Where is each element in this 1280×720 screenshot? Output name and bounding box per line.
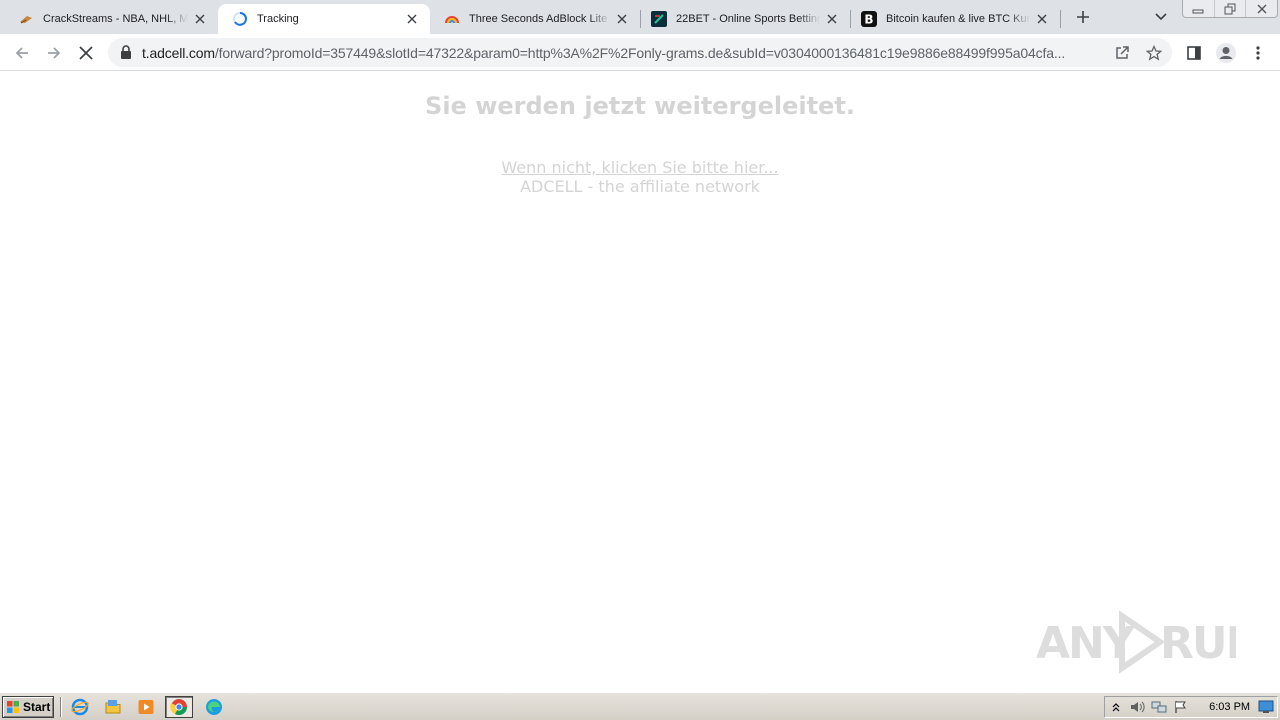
show-hidden-icons-button[interactable]: [1105, 697, 1127, 717]
minimize-icon: [1192, 9, 1204, 13]
tab-title: Three Seconds AdBlock Lite: [469, 13, 608, 25]
action-center-button[interactable]: [1170, 697, 1192, 717]
anyrun-logo-icon: ANY RUN: [1036, 610, 1236, 674]
speaker-icon: [1130, 701, 1145, 713]
media-player-icon: [138, 700, 154, 714]
restore-icon: [1224, 3, 1236, 14]
svg-text:B: B: [864, 13, 873, 27]
tab-bitcoin[interactable]: B Bitcoin kaufen & live BTC Kurs: [851, 4, 1060, 34]
redirect-link[interactable]: Wenn nicht, klicken Sie bitte hier...: [501, 158, 778, 177]
svg-text:RUN: RUN: [1160, 618, 1236, 669]
close-tab-icon[interactable]: [192, 11, 208, 27]
22bet-favicon-icon: [651, 11, 667, 27]
side-panel-icon: [1187, 46, 1201, 60]
edge-icon: [206, 699, 222, 715]
profile-button[interactable]: [1212, 39, 1240, 67]
close-window-button[interactable]: [1245, 0, 1277, 17]
arrow-left-icon: [15, 47, 28, 59]
address-bar[interactable]: t.adcell.com/forward?promoId=357449&slot…: [108, 38, 1172, 67]
browser-toolbar: t.adcell.com/forward?promoId=357449&slot…: [0, 34, 1280, 71]
taskbar: Start 6:03 PM: [0, 692, 1280, 720]
network-text: ADCELL - the affiliate network: [520, 177, 760, 196]
tab-strip: CrackStreams - NBA, NHL, MLB Tracking Th…: [0, 0, 1280, 34]
windows-logo-icon: [7, 701, 19, 713]
flag-icon: [1175, 701, 1186, 713]
tab-search-button[interactable]: [1150, 6, 1172, 28]
arrow-right-icon: [48, 47, 61, 59]
tab-tracking[interactable]: Tracking: [218, 4, 430, 34]
rainbow-favicon-icon: [444, 11, 460, 27]
media-player-button[interactable]: [132, 696, 160, 718]
forward-button[interactable]: [40, 39, 68, 67]
kebab-menu-icon: [1256, 46, 1260, 60]
file-explorer-button[interactable]: [99, 696, 127, 718]
tab-22bet[interactable]: 22BET - Online Sports Betting: [641, 4, 850, 34]
share-icon: [1116, 46, 1129, 59]
system-tray: 6:03 PM: [1104, 696, 1278, 718]
bookmark-button[interactable]: [1144, 43, 1164, 63]
tab-title: Bitcoin kaufen & live BTC Kurs: [886, 13, 1030, 25]
plus-icon: [1077, 11, 1089, 23]
minimize-button[interactable]: [1183, 0, 1214, 17]
restore-button[interactable]: [1213, 0, 1246, 17]
new-tab-button[interactable]: [1072, 6, 1094, 28]
url-text[interactable]: t.adcell.com/forward?promoId=357449&slot…: [142, 44, 1108, 62]
network-icon: [1151, 701, 1167, 713]
url-path: /forward?promoId=357449&slotId=47322&par…: [214, 45, 1066, 61]
tab-title: 22BET - Online Sports Betting: [676, 13, 820, 25]
close-tab-icon[interactable]: [404, 11, 420, 27]
close-icon: [1257, 4, 1267, 13]
stop-loading-button[interactable]: [72, 39, 100, 67]
internet-explorer-button[interactable]: [66, 696, 94, 718]
internet-explorer-icon: [71, 698, 89, 716]
volume-button[interactable]: [1127, 697, 1149, 717]
tab-adblock[interactable]: Three Seconds AdBlock Lite: [430, 4, 640, 34]
taskbar-divider: [60, 697, 62, 717]
chrome-icon: [170, 699, 187, 716]
window-controls: [1182, 0, 1278, 18]
show-desktop-button[interactable]: [1255, 697, 1277, 717]
chevron-up-icon: [1112, 703, 1120, 712]
chevron-down-icon: [1155, 13, 1167, 21]
network-button[interactable]: [1148, 697, 1170, 717]
redirect-link-line: Wenn nicht, klicken Sie bitte hier...: [0, 158, 1280, 177]
star-icon: [1146, 45, 1162, 61]
back-button[interactable]: [8, 39, 36, 67]
tab-title: Tracking: [257, 13, 299, 25]
lock-icon[interactable]: [120, 45, 132, 59]
anyrun-watermark: ANY RUN: [1036, 610, 1236, 674]
chrome-taskbar-button[interactable]: [165, 696, 193, 718]
page-content: Sie werden jetzt weitergeleitet. Wenn ni…: [0, 72, 1280, 692]
close-icon: [79, 46, 93, 60]
tab-separator: [1060, 10, 1061, 28]
start-label: Start: [23, 700, 51, 714]
tab-crackstreams[interactable]: CrackStreams - NBA, NHL, MLB: [0, 4, 218, 34]
tab-title: CrackStreams - NBA, NHL, MLB: [43, 13, 188, 25]
desktop-icon: [1258, 700, 1274, 713]
side-panel-button[interactable]: [1180, 39, 1208, 67]
close-tab-icon[interactable]: [614, 11, 630, 27]
folder-icon: [105, 700, 121, 714]
bitcoin-favicon-icon: B: [861, 11, 877, 27]
crackstreams-favicon-icon: [18, 11, 34, 27]
clock[interactable]: 6:03 PM: [1204, 701, 1255, 713]
edge-button[interactable]: [200, 696, 228, 718]
share-button[interactable]: [1112, 43, 1132, 63]
close-tab-icon[interactable]: [1034, 11, 1050, 27]
redirect-heading: Sie werden jetzt weitergeleitet.: [425, 92, 855, 120]
loading-spinner-icon: [232, 11, 248, 27]
menu-button[interactable]: [1244, 39, 1272, 67]
avatar-icon: [1216, 43, 1236, 63]
close-tab-icon[interactable]: [824, 11, 840, 27]
start-button[interactable]: Start: [2, 696, 54, 718]
url-host: t.adcell.com: [142, 45, 215, 61]
